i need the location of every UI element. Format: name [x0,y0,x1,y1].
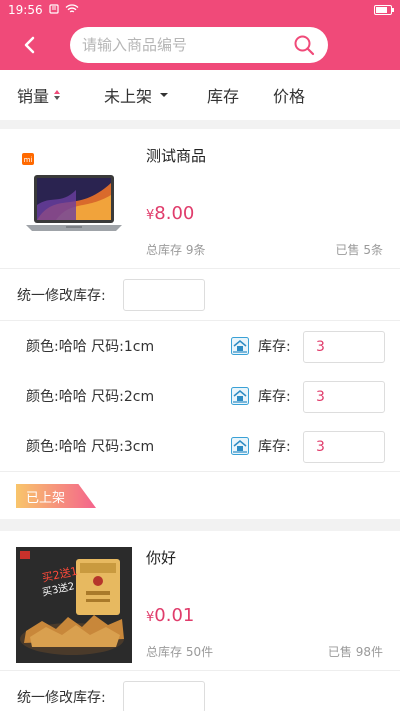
status-time: 19:56 [8,3,43,17]
product-info[interactable]: mi 测试商品 ¥8.00 总库存 9条 已售 5条 [0,129,400,269]
back-arrow-icon [24,36,35,54]
wifi-icon [65,3,79,17]
top-bar [0,20,400,70]
batch-stock-input[interactable] [123,278,205,311]
sku-spec: 颜色:哈哈 尺码:1cm [26,339,155,355]
notification-icon [48,3,59,17]
caret-down-icon [160,93,169,97]
product-card: 买2送1 买3送2 你好 ¥0.01 总库存 50件 已售 98件 统一修改库存… [0,531,400,711]
sku-row: 颜色:哈哈 尺码:2cm 库存: [0,371,400,421]
filter-sales-label: 销量 [17,87,50,106]
filter-stock-label: 库存 [207,87,240,106]
batch-stock-row: 统一修改库存: [0,269,400,321]
sold-count: 已售 98件 [327,645,383,659]
status-tag-row: 已上架 [0,471,400,519]
filter-price-label: 价格 [273,87,306,106]
search-input[interactable] [82,36,292,54]
filter-price[interactable]: 价格 [273,70,305,120]
filter-sales[interactable]: 销量 [17,70,61,120]
total-stock: 总库存 50件 [146,645,214,659]
filter-bar: 销量 未上架 库存 价格 [0,70,400,120]
sku-row: 颜色:哈哈 尺码:3cm 库存: [0,421,400,471]
sort-icon [54,90,61,100]
product-card: mi 测试商品 ¥8.00 总库存 9条 已售 5条 统一修改库存: 颜色:哈哈… [0,129,400,519]
sku-stock-label: 库存: [258,339,291,355]
search-bar [70,27,328,63]
sku-stock-input[interactable] [303,331,385,363]
svg-text:mi: mi [24,156,33,164]
back-button[interactable] [0,20,60,70]
sku-stock-label: 库存: [258,389,291,405]
warehouse-icon [231,337,249,355]
sold-count: 已售 5条 [335,243,383,257]
product-price: ¥8.00 [146,203,194,224]
battery-icon [374,5,394,15]
sku-stock-input[interactable] [303,431,385,463]
product-image-snack: 买2送1 买3送2 [16,547,132,663]
status-badge[interactable]: 已上架 [16,484,96,508]
sku-spec: 颜色:哈哈 尺码:2cm [26,389,155,405]
product-image-laptop: mi [16,145,132,261]
price-value: 8.00 [154,203,195,224]
price-value: 0.01 [154,605,195,626]
sku-row: 颜色:哈哈 尺码:1cm 库存: [0,321,400,371]
total-stock: 总库存 9条 [146,243,206,257]
batch-stock-input[interactable] [123,680,205,711]
warehouse-icon [231,387,249,405]
sku-stock-label: 库存: [258,439,291,455]
batch-stock-label: 统一修改库存: [17,287,106,304]
batch-stock-label: 统一修改库存: [17,689,106,706]
warehouse-icon [231,437,249,455]
filter-unlisted[interactable]: 未上架 [104,70,172,120]
product-price: ¥0.01 [146,605,194,626]
status-bar: 19:56 [0,0,400,20]
batch-stock-row: 统一修改库存: [0,671,400,711]
filter-unlisted-label: 未上架 [104,87,153,106]
product-name: 测试商品 [146,147,207,165]
product-name: 你好 [146,549,177,567]
product-info[interactable]: 买2送1 买3送2 你好 ¥0.01 总库存 50件 已售 98件 [0,531,400,671]
sku-spec: 颜色:哈哈 尺码:3cm [26,439,155,455]
search-icon[interactable] [292,33,316,57]
sku-stock-input[interactable] [303,381,385,413]
filter-stock[interactable]: 库存 [207,70,239,120]
